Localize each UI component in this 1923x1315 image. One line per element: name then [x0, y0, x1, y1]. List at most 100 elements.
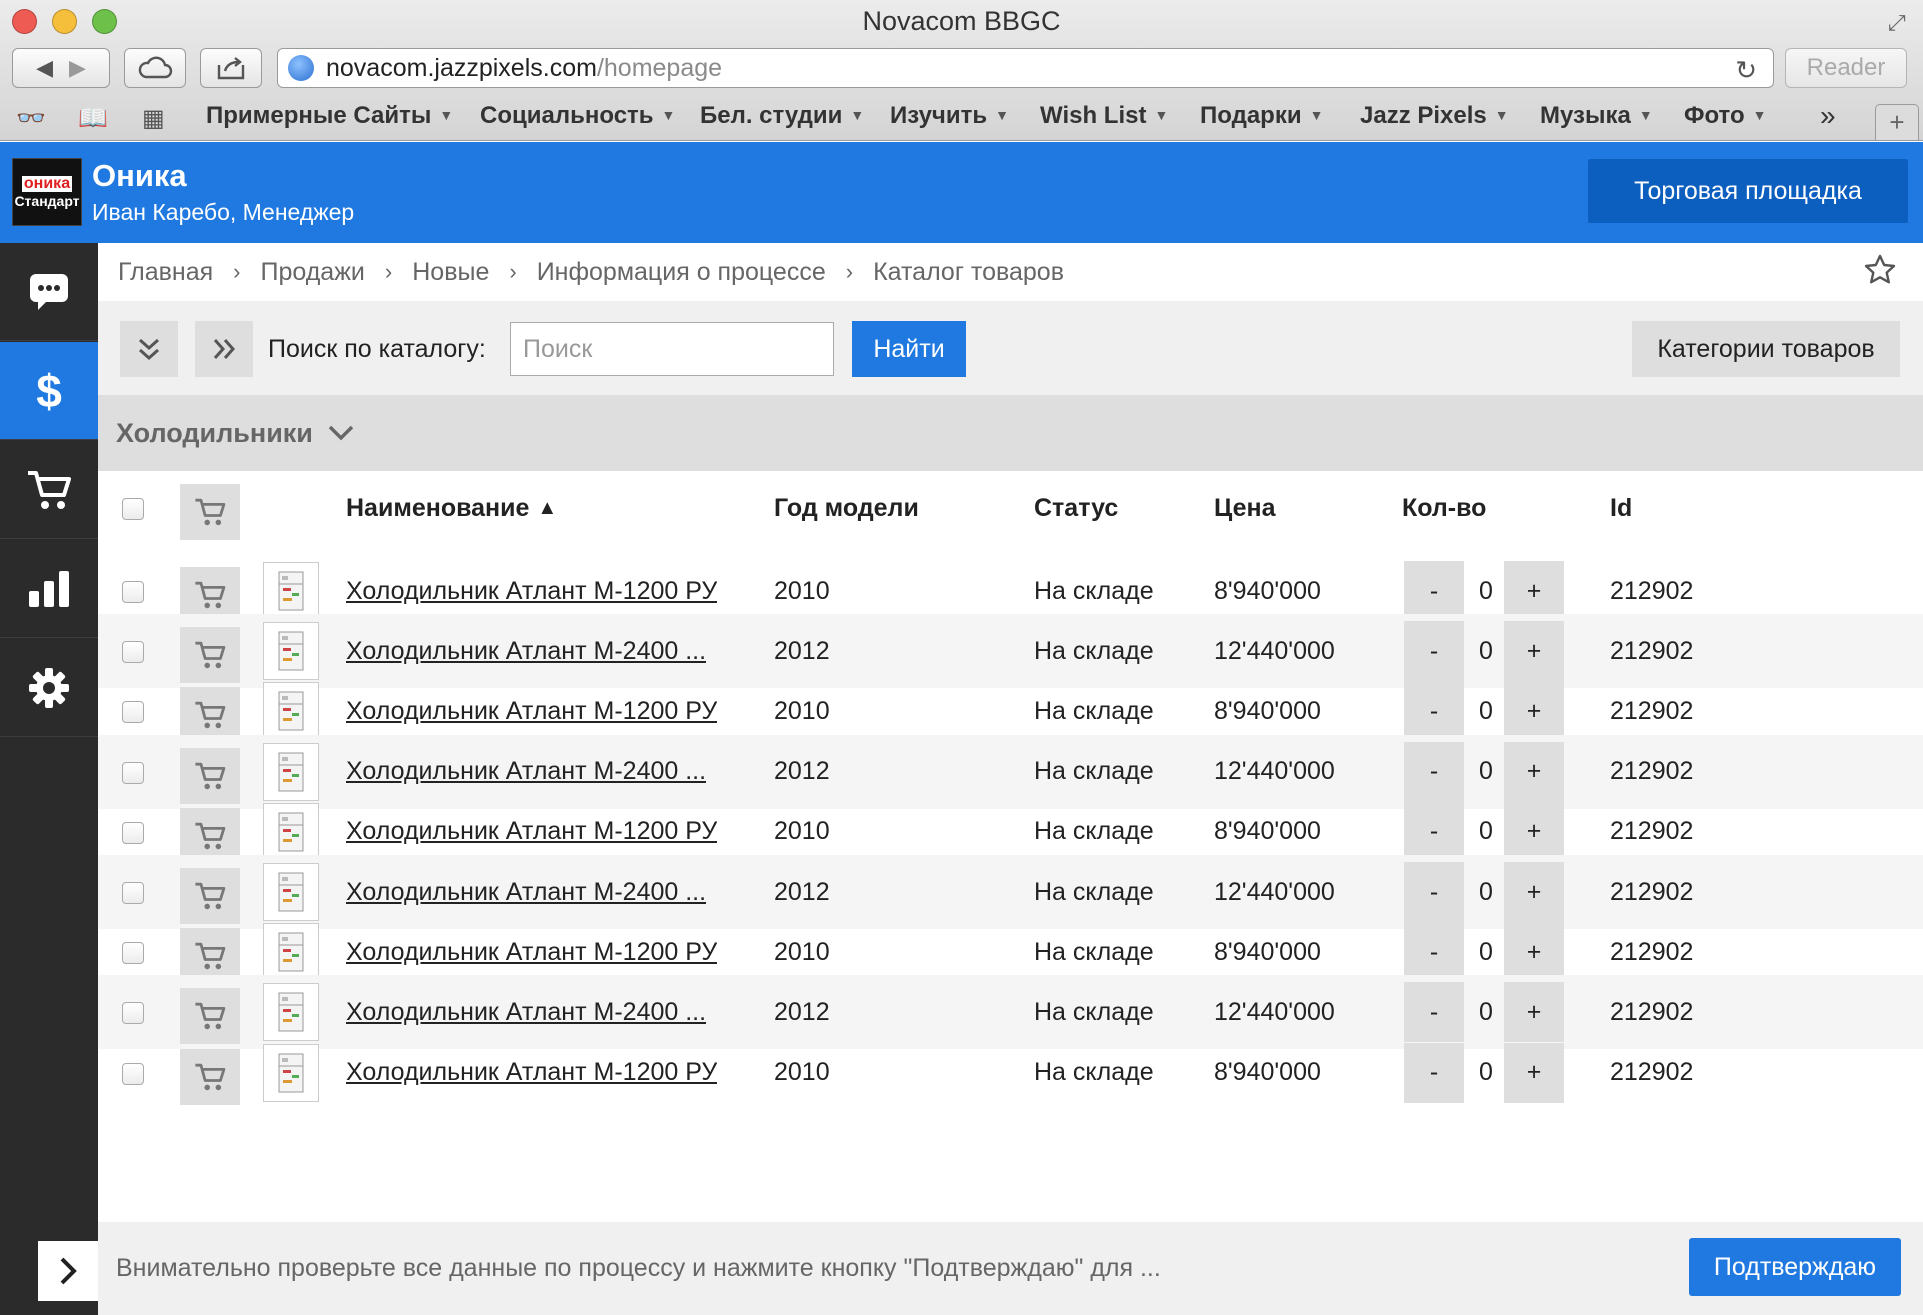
- dollar-icon: $: [36, 364, 62, 417]
- product-thumbnail[interactable]: [263, 742, 319, 801]
- bookmark-jazz-pixels[interactable]: Jazz Pixels ▼: [1360, 102, 1509, 130]
- column-header-price[interactable]: Цена: [1214, 471, 1275, 545]
- product-thumbnail[interactable]: [263, 682, 319, 741]
- column-header-qty[interactable]: Кол-во: [1402, 471, 1486, 545]
- bookmark-studios[interactable]: Бел. студии ▼: [700, 102, 864, 130]
- marketplace-button[interactable]: Торговая площадка: [1588, 159, 1908, 223]
- fullscreen-icon[interactable]: ⤢: [1888, 10, 1906, 36]
- row-checkbox[interactable]: [122, 821, 144, 844]
- row-checkbox[interactable]: [122, 581, 144, 603]
- qty-increment-button[interactable]: +: [1504, 681, 1564, 742]
- chevron-right-icon: ›: [384, 259, 393, 284]
- row-checkbox[interactable]: [122, 641, 144, 664]
- product-name-link[interactable]: Холодильник Атлант М-2400 ...: [346, 637, 706, 666]
- bookmark-wish-list[interactable]: Wish List ▼: [1040, 102, 1168, 130]
- sidebar-item-orders[interactable]: [0, 441, 98, 539]
- product-name-link[interactable]: Холодильник Атлант М-2400 ...: [346, 878, 706, 907]
- collapse-sidebar-button[interactable]: [195, 321, 253, 377]
- qty-value[interactable]: 0: [1468, 1036, 1504, 1110]
- search-button[interactable]: Найти: [852, 321, 966, 377]
- footer-toggle-button[interactable]: [38, 1241, 98, 1301]
- catalog-search-input[interactable]: [510, 322, 834, 376]
- top-sites-grid-icon[interactable]: ▦: [142, 104, 165, 133]
- qty-increment-button[interactable]: +: [1504, 621, 1564, 682]
- qty-decrement-button[interactable]: -: [1404, 561, 1464, 621]
- product-name-link[interactable]: Холодильник Атлант М-1200 РУ: [346, 817, 717, 846]
- qty-decrement-button[interactable]: -: [1404, 922, 1464, 983]
- qty-decrement-button[interactable]: -: [1404, 862, 1464, 922]
- reading-list-icon[interactable]: 👓: [16, 104, 46, 133]
- address-bar[interactable]: novacom.jazzpixels.com/homepage ↻: [277, 48, 1774, 88]
- bookmark-learn[interactable]: Изучить ▼: [890, 102, 1009, 130]
- qty-increment-button[interactable]: +: [1504, 741, 1564, 802]
- bookmark-photo[interactable]: Фото ▼: [1684, 102, 1767, 130]
- row-checkbox[interactable]: [122, 701, 144, 724]
- breadcrumb-item-home[interactable]: Главная: [118, 258, 213, 287]
- product-name-link[interactable]: Холодильник Атлант М-1200 РУ: [346, 697, 717, 726]
- qty-increment-button[interactable]: +: [1504, 982, 1564, 1043]
- add-selected-to-cart-button[interactable]: [180, 484, 240, 540]
- product-thumbnail[interactable]: [263, 622, 319, 681]
- column-header-id[interactable]: Id: [1610, 471, 1632, 545]
- product-name-link[interactable]: Холодильник Атлант М-2400 ...: [346, 757, 706, 786]
- qty-increment-button[interactable]: +: [1504, 561, 1564, 621]
- qty-increment-button[interactable]: +: [1504, 862, 1564, 922]
- group-header[interactable]: Холодильники: [98, 395, 1923, 471]
- breadcrumb-item-process-info[interactable]: Информация о процессе: [537, 258, 826, 287]
- icloud-tabs-button[interactable]: [124, 48, 186, 88]
- row-checkbox[interactable]: [122, 882, 144, 904]
- qty-decrement-button[interactable]: -: [1404, 681, 1464, 742]
- more-bookmarks-icon[interactable]: »: [1820, 100, 1836, 132]
- bookmark-gifts[interactable]: Подарки ▼: [1200, 102, 1323, 130]
- sidebar-item-messages[interactable]: [0, 243, 98, 341]
- breadcrumb-item-sales[interactable]: Продажи: [260, 258, 364, 287]
- product-thumbnail[interactable]: [263, 562, 319, 620]
- product-name-link[interactable]: Холодильник Атлант М-1200 РУ: [346, 577, 717, 606]
- breadcrumb-item-new[interactable]: Новые: [412, 258, 489, 287]
- column-header-status[interactable]: Статус: [1034, 471, 1118, 545]
- product-categories-button[interactable]: Категории товаров: [1632, 321, 1900, 377]
- star-icon[interactable]: [1863, 253, 1897, 287]
- add-to-cart-button[interactable]: [180, 1048, 240, 1105]
- reader-button[interactable]: Reader: [1785, 48, 1907, 88]
- product-thumbnail[interactable]: [263, 983, 319, 1042]
- product-name-link[interactable]: Холодильник Атлант М-1200 РУ: [346, 938, 717, 967]
- back-forward-buttons[interactable]: ◀ ▶: [12, 48, 110, 88]
- product-thumbnail[interactable]: [263, 863, 319, 921]
- product-thumbnail[interactable]: [263, 923, 319, 982]
- sidebar-item-reports[interactable]: [0, 540, 98, 638]
- product-thumbnail[interactable]: [263, 802, 319, 861]
- reload-icon[interactable]: ↻: [1735, 55, 1757, 86]
- select-all-checkbox[interactable]: [122, 498, 144, 520]
- qty-decrement-button[interactable]: -: [1404, 621, 1464, 682]
- confirm-button[interactable]: Подтверждаю: [1689, 1238, 1901, 1296]
- back-icon[interactable]: ◀: [36, 55, 53, 81]
- qty-decrement-button[interactable]: -: [1404, 982, 1464, 1043]
- column-header-year[interactable]: Год модели: [774, 471, 919, 545]
- row-checkbox[interactable]: [122, 761, 144, 784]
- column-header-name[interactable]: Наименование ▲: [346, 471, 557, 545]
- forward-icon[interactable]: ▶: [69, 55, 86, 81]
- qty-decrement-button[interactable]: -: [1404, 741, 1464, 802]
- bookmarks-book-icon[interactable]: 📖: [78, 104, 108, 133]
- row-checkbox[interactable]: [122, 1002, 144, 1025]
- row-checkbox[interactable]: [122, 1062, 144, 1085]
- qty-decrement-button[interactable]: -: [1404, 801, 1464, 862]
- sidebar-item-settings[interactable]: [0, 639, 98, 737]
- sidebar-item-sales[interactable]: $: [0, 342, 98, 440]
- qty-decrement-button[interactable]: -: [1404, 1042, 1464, 1103]
- new-tab-button[interactable]: +: [1875, 104, 1919, 140]
- bookmark-music[interactable]: Музыка ▼: [1540, 102, 1653, 130]
- product-thumbnail[interactable]: [263, 1043, 319, 1102]
- bookmark-social[interactable]: Социальность ▼: [480, 102, 675, 130]
- qty-increment-button[interactable]: +: [1504, 801, 1564, 862]
- expand-all-button[interactable]: [120, 321, 178, 377]
- qty-increment-button[interactable]: +: [1504, 922, 1564, 983]
- bookmark-example-sites[interactable]: Примерные Сайты ▼: [206, 102, 453, 130]
- row-checkbox[interactable]: [122, 942, 144, 965]
- share-button[interactable]: [200, 48, 262, 88]
- stock-status: На складе: [1034, 1058, 1154, 1087]
- product-name-link[interactable]: Холодильник Атлант М-1200 РУ: [346, 1058, 717, 1087]
- qty-increment-button[interactable]: +: [1504, 1042, 1564, 1103]
- product-name-link[interactable]: Холодильник Атлант М-2400 ...: [346, 998, 706, 1027]
